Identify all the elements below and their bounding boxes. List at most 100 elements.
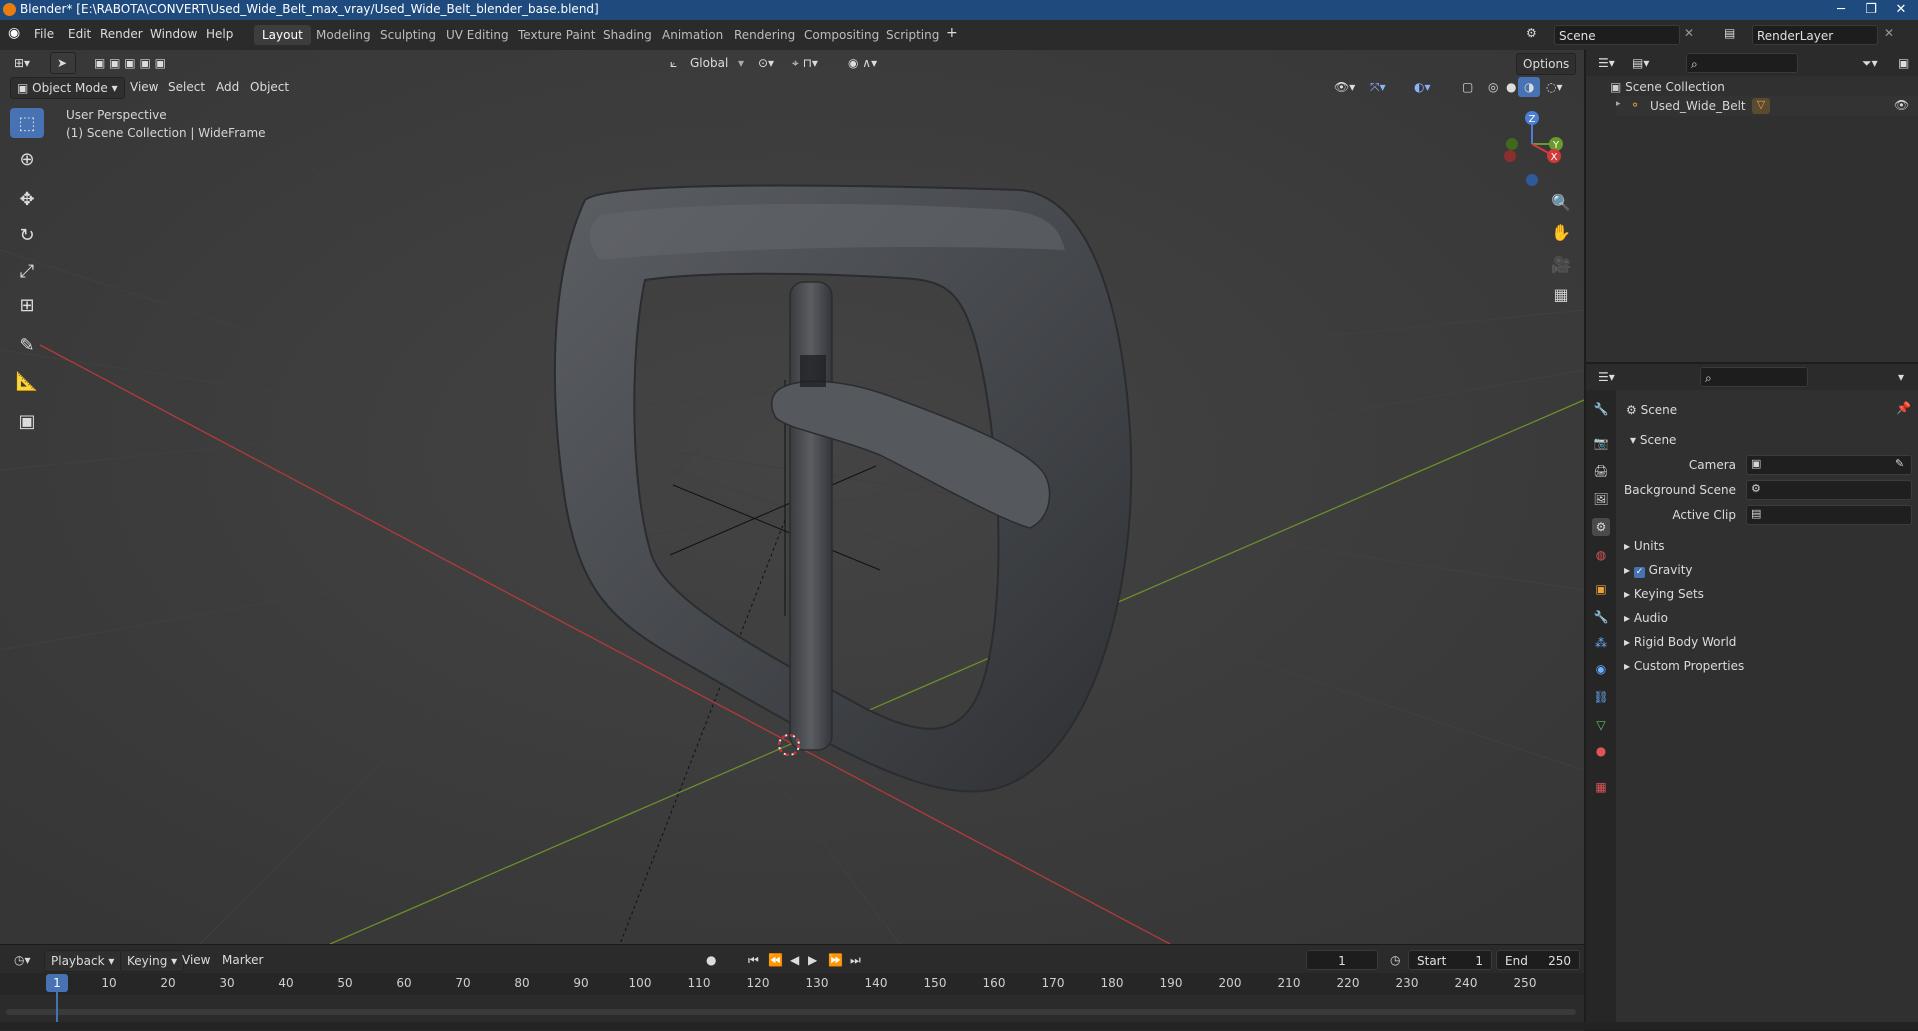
editor-type-icon[interactable]: ☰▾	[1592, 53, 1621, 73]
select-mode-icons[interactable]: ▣ ▣ ▣ ▣ ▣	[88, 53, 172, 73]
tab-uv-editing[interactable]: UV Editing	[438, 25, 517, 45]
tab-modeling[interactable]: Modeling	[308, 25, 379, 45]
camera-field[interactable]: ▣ ✎	[1746, 455, 1912, 475]
rotate-tool-icon[interactable]: ↻	[10, 220, 44, 250]
menu-keying[interactable]: Keying ▾	[120, 950, 185, 972]
panel-audio[interactable]: ▸ Audio	[1624, 608, 1668, 628]
measure-tool-icon[interactable]: 📐	[10, 366, 44, 396]
renderlayer-icon[interactable]: ▤	[1724, 26, 1735, 40]
transform-orientation-icon[interactable]: ⟀	[664, 53, 683, 73]
gizmo-toggle-icon[interactable]: ⤧▾	[1364, 77, 1392, 97]
tool-tab-icon[interactable]: 🔧	[1592, 400, 1610, 418]
menu-add[interactable]: Add	[210, 77, 245, 97]
tab-compositing[interactable]: Compositing	[796, 25, 887, 45]
tab-animation[interactable]: Animation	[654, 25, 731, 45]
menu-object[interactable]: Object	[244, 77, 295, 97]
blender-menu-icon[interactable]: ◉	[8, 25, 20, 41]
panel-keying-sets[interactable]: ▸ Keying Sets	[1624, 584, 1704, 604]
select-tool-icon[interactable]: ➤	[50, 52, 76, 74]
pivot-point-icon[interactable]: ⊙▾	[752, 53, 780, 73]
outliner-search-input[interactable]: ⌕	[1686, 53, 1798, 73]
modifier-tab-icon[interactable]: 🔧	[1592, 608, 1610, 626]
outliner-row[interactable]: ▸ ⚬ Used_Wide_Belt ▽ 👁	[1616, 96, 1918, 116]
chevron-down-icon[interactable]: ▾	[1892, 367, 1910, 387]
scene-icon[interactable]: ⚙	[1526, 26, 1537, 40]
material-tab-icon[interactable]: ●	[1592, 742, 1610, 760]
particles-tab-icon[interactable]: ⁂	[1592, 634, 1610, 652]
constraints-tab-icon[interactable]: ⛓	[1592, 688, 1610, 706]
scene-selector[interactable]: Scene	[1554, 25, 1680, 45]
tab-scripting[interactable]: Scripting	[878, 25, 947, 45]
maximize-button[interactable]: ❐	[1856, 0, 1886, 20]
jump-end-icon[interactable]: ⏭	[844, 950, 867, 970]
pin-icon[interactable]: 📌	[1896, 401, 1911, 415]
panel-rigid-body-world[interactable]: ▸ Rigid Body World	[1624, 632, 1736, 652]
scale-tool-icon[interactable]: ⤢	[10, 256, 44, 286]
menu-view[interactable]: View	[124, 77, 164, 97]
add-workspace-button[interactable]: +	[946, 25, 958, 41]
menu-edit[interactable]: Edit	[68, 27, 91, 41]
close-icon[interactable]: ✕	[1684, 26, 1694, 40]
editor-type-icon[interactable]: ◷▾	[8, 950, 37, 970]
menu-help[interactable]: Help	[206, 27, 233, 41]
chevron-down-icon[interactable]: ▾	[732, 53, 750, 73]
cursor-tool-icon[interactable]: ⊕	[10, 144, 44, 174]
texture-tab-icon[interactable]: ▦	[1592, 778, 1610, 796]
timer-icon[interactable]: ◷	[1384, 950, 1406, 970]
annotate-tool-icon[interactable]: ✎	[10, 330, 44, 360]
minimize-button[interactable]: ─	[1826, 0, 1856, 20]
menu-view[interactable]: View	[176, 950, 216, 970]
editor-type-icon[interactable]: ☰▾	[1592, 367, 1621, 387]
background-scene-field[interactable]: ⚙	[1746, 480, 1912, 500]
visibility-icon[interactable]: 👁▾	[1328, 77, 1361, 97]
navigation-gizmo[interactable]: Z Y X	[1496, 108, 1568, 190]
move-tool-icon[interactable]: ✥	[10, 184, 44, 214]
menu-marker[interactable]: Marker	[216, 950, 269, 970]
editor-type-icon[interactable]: ⊞▾	[8, 53, 36, 73]
data-tab-icon[interactable]: ▽	[1592, 716, 1610, 734]
tab-sculpting[interactable]: Sculpting	[372, 25, 444, 45]
camera-view-icon[interactable]: 🎥	[1548, 252, 1574, 278]
material-shading-icon[interactable]: ◑	[1518, 77, 1541, 97]
panel-custom-properties[interactable]: ▸ Custom Properties	[1624, 656, 1744, 676]
close-icon[interactable]: ✕	[1884, 26, 1894, 40]
panel-gravity[interactable]: ▸ ✓ Gravity	[1624, 560, 1693, 580]
zoom-icon[interactable]: 🔍	[1548, 190, 1574, 216]
transform-orientation-dropdown[interactable]: Global	[684, 53, 734, 73]
transform-tool-icon[interactable]: ⊞	[10, 290, 44, 320]
end-frame-field[interactable]: End 250	[1496, 950, 1580, 970]
menu-file[interactable]: File	[34, 27, 54, 41]
expand-chevron-icon[interactable]: ▸	[1616, 99, 1621, 109]
tab-shading[interactable]: Shading	[595, 25, 660, 45]
object-tab-icon[interactable]: ▣	[1592, 580, 1610, 598]
tab-layout[interactable]: Layout	[254, 25, 311, 45]
pan-hand-icon[interactable]: ✋	[1548, 220, 1574, 246]
new-collection-icon[interactable]: ▣	[1892, 53, 1915, 73]
physics-tab-icon[interactable]: ◉	[1592, 660, 1610, 678]
overlay-toggle-icon[interactable]: ◐▾	[1408, 77, 1437, 97]
menu-window[interactable]: Window	[150, 27, 197, 41]
current-frame-field[interactable]: 1	[1306, 950, 1378, 970]
panel-units[interactable]: ▸ Units	[1624, 536, 1665, 556]
horizontal-scrollbar[interactable]	[6, 1009, 1576, 1015]
perspective-toggle-icon[interactable]: ▦	[1548, 282, 1574, 308]
rendered-shading-icon[interactable]: ◌▾	[1540, 77, 1569, 97]
record-icon[interactable]: ●	[700, 950, 722, 970]
renderlayer-selector[interactable]: RenderLayer	[1752, 25, 1878, 45]
menu-select[interactable]: Select	[162, 77, 211, 97]
filter-icon[interactable]: ⏷▾	[1856, 53, 1884, 73]
gravity-checkbox[interactable]: ✓	[1633, 567, 1645, 578]
select-box-tool-icon[interactable]: ⬚	[10, 108, 44, 138]
menu-render[interactable]: Render	[100, 27, 143, 41]
add-cube-tool-icon[interactable]: ▣	[10, 406, 44, 436]
3d-viewport[interactable]	[0, 50, 1584, 944]
active-clip-field[interactable]: ▤	[1746, 505, 1912, 525]
proportional-edit-icon[interactable]: ◉ ∧▾	[842, 53, 883, 73]
eye-visibility-icon[interactable]: 👁	[1894, 98, 1909, 112]
tab-texture-paint[interactable]: Texture Paint	[510, 25, 603, 45]
start-frame-field[interactable]: Start 1	[1408, 950, 1492, 970]
eyedropper-icon[interactable]: ✎	[1895, 457, 1904, 470]
play-icon[interactable]: ▶	[802, 950, 823, 970]
menu-playback[interactable]: Playback ▾	[44, 950, 122, 972]
object-mode-dropdown[interactable]: ▣ Object Mode ▾	[10, 77, 125, 99]
